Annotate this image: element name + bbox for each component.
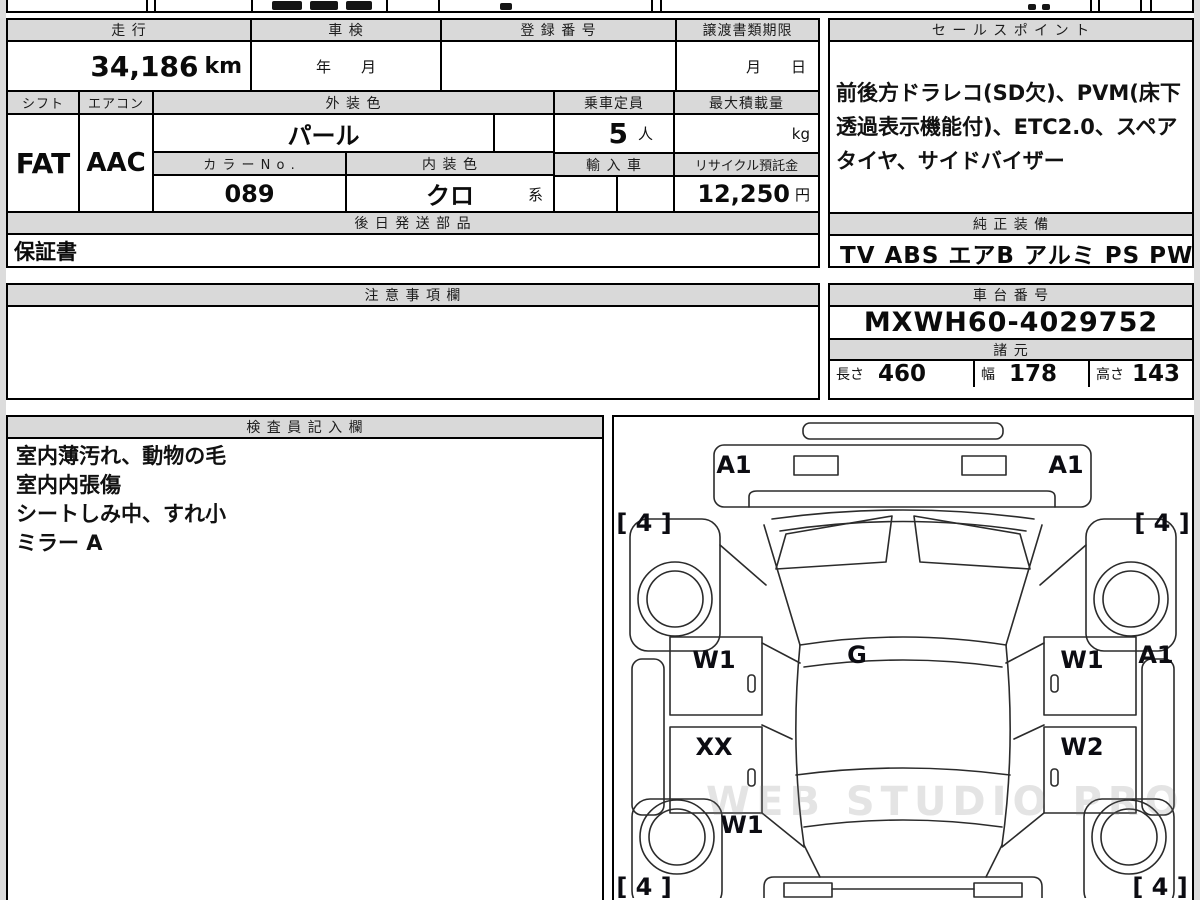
damage-marker-door-front-left: W1 (692, 646, 736, 674)
damage-marker-side-right: A1 (1138, 641, 1174, 669)
sales-points-panel: セ ー ル ス ポ イ ン ト 前後方ドラレコ(SD欠)、PVM(床下透過表示機… (828, 18, 1194, 269)
spec-height-label: 高さ (1096, 367, 1124, 383)
shaken-value: 年 月 (252, 42, 442, 92)
spec-length-value: 460 (878, 361, 927, 387)
damage-marker-corner-rear-right: [ 4 ] (1132, 873, 1188, 901)
cutoff-glyph-fragment (310, 1, 338, 10)
capacity-unit: 人 (637, 125, 653, 143)
cautions-header: 注 意 事 項 欄 (8, 285, 818, 307)
shift-value: FAT (8, 115, 80, 213)
color-no-value: 089 (154, 176, 347, 213)
page-frame-right (1194, 0, 1200, 900)
color-no-header: カ ラ ー N o . (154, 153, 347, 176)
recycle-header: リサイクル預託金 (675, 154, 818, 177)
aircon-value: AAC (80, 115, 154, 213)
exterior-color-extra-cell (495, 115, 555, 154)
damage-marker-wheel-rear-left: W1 (720, 811, 764, 839)
damage-marker-corner-rear-left: [ 4 ] (616, 873, 672, 901)
mileage-number: 34,186 (90, 49, 199, 83)
sales-points-header: セ ー ル ス ポ イ ン ト (830, 20, 1192, 42)
exterior-color-header: 外 装 色 (154, 92, 555, 115)
cutoff-glyph-fragment (346, 1, 372, 10)
cautions-panel: 注 意 事 項 欄 (6, 283, 820, 400)
interior-color-value-cell: クロ 系 (347, 176, 555, 213)
damage-marker-door-rear-right: W2 (1060, 733, 1104, 761)
spec-length-cell: 長さ 460 (830, 361, 975, 387)
spec-width-label: 幅 (981, 367, 995, 383)
recycle-value: 12,250 (697, 180, 790, 208)
later-parts-header: 後 日 発 送 部 品 (8, 213, 818, 235)
damage-marker-front-right: A1 (1048, 451, 1084, 479)
sales-points-text: 前後方ドラレコ(SD欠)、PVM(床下透過表示機能付)、ETC2.0、スペアタイ… (836, 81, 1181, 173)
payload-value-cell: kg (675, 115, 818, 154)
specs-header: 諸 元 (830, 340, 1192, 361)
shaken-header: 車 検 (252, 20, 442, 42)
cutoff-glyph-fragment (272, 1, 302, 10)
recycle-value-cell: 12,250 円 (675, 177, 818, 213)
spec-width-cell: 幅 178 (975, 361, 1090, 387)
interior-color-value: クロ (426, 182, 474, 210)
payload-unit: kg (791, 124, 810, 143)
inspector-note-line: シートしみ中、すれ小 (16, 502, 226, 526)
registration-header: 登 録 番 号 (442, 20, 677, 42)
damage-marker-door-front-right: W1 (1060, 646, 1104, 674)
damage-marker-bonnet: G (847, 641, 867, 669)
interior-color-suffix: 系 (527, 186, 543, 204)
later-parts-value: 保証書 (14, 239, 77, 264)
import-cell-2 (618, 177, 675, 213)
payload-header: 最大積載量 (675, 92, 818, 115)
recycle-unit: 円 (794, 185, 810, 204)
inspector-note-line: 室内薄汚れ、動物の毛 (16, 444, 227, 468)
mileage-header: 走 行 (8, 20, 252, 42)
inspector-notes-panel: 検 査 員 記 入 欄 室内薄汚れ、動物の毛 室内内張傷 シートしみ中、すれ小 … (6, 415, 604, 900)
damage-marker-front-left: A1 (716, 451, 752, 479)
equipment-header: 純 正 装 備 (830, 214, 1192, 236)
transfer-deadline-header: 譲渡書類期限 (677, 20, 818, 42)
inspector-header: 検 査 員 記 入 欄 (8, 417, 602, 439)
chassis-header: 車 台 番 号 (830, 285, 1192, 307)
interior-color-header: 内 装 色 (347, 153, 555, 176)
damage-marker-corner-front-right: [ 4 ] (1134, 509, 1190, 537)
watermark: WEB STUDIO PRO (706, 779, 1185, 825)
capacity-header: 乗車定員 (555, 92, 675, 115)
cutoff-glyph-fragment (500, 3, 512, 10)
transfer-deadline-value: 月 日 (677, 42, 818, 92)
mileage-value: 34,186 km (8, 42, 252, 92)
cutoff-glyph-fragment (1042, 4, 1050, 10)
spec-length-label: 長さ (836, 367, 864, 383)
chassis-value: MXWH60-4029752 (830, 307, 1192, 340)
mileage-unit: km (204, 53, 242, 79)
inspector-note-line: 室内内張傷 (16, 473, 121, 497)
chassis-specs-panel: 車 台 番 号 MXWH60-4029752 諸 元 長さ 460 幅 178 … (828, 283, 1194, 400)
exterior-color-value: パール (154, 115, 495, 154)
import-cell-1 (555, 177, 618, 213)
registration-value (442, 42, 677, 92)
capacity-value: 5 (608, 117, 628, 150)
damage-marker-corner-front-left: [ 4 ] (616, 509, 672, 537)
inspector-note-line: ミラー A (16, 531, 103, 555)
inspector-notes: 室内薄汚れ、動物の毛 室内内張傷 シートしみ中、すれ小 ミラー A (8, 439, 602, 561)
spec-height-value: 143 (1132, 361, 1181, 387)
aircon-header: エアコン (80, 92, 154, 115)
shift-header: シフト (8, 92, 80, 115)
spec-height-cell: 高さ 143 (1090, 361, 1192, 387)
equipment-text: TV ABS エアB アルミ PS PW (840, 243, 1192, 269)
cutoff-glyph-fragment (1028, 4, 1036, 10)
spec-width-value: 178 (1009, 361, 1058, 387)
cutoff-top-row (0, 0, 1200, 16)
damage-marker-door-rear-left: XX (695, 733, 733, 761)
car-damage-diagram: WEB STUDIO PRO A1 A1 [ 4 ] [ 4 ] G W1 W1… (612, 415, 1194, 901)
import-header: 輸 入 車 (555, 154, 675, 177)
main-spec-table: 走 行 車 検 登 録 番 号 譲渡書類期限 34,186 km 年 月 月 日… (6, 18, 820, 268)
capacity-value-cell: 5 人 (555, 115, 675, 154)
